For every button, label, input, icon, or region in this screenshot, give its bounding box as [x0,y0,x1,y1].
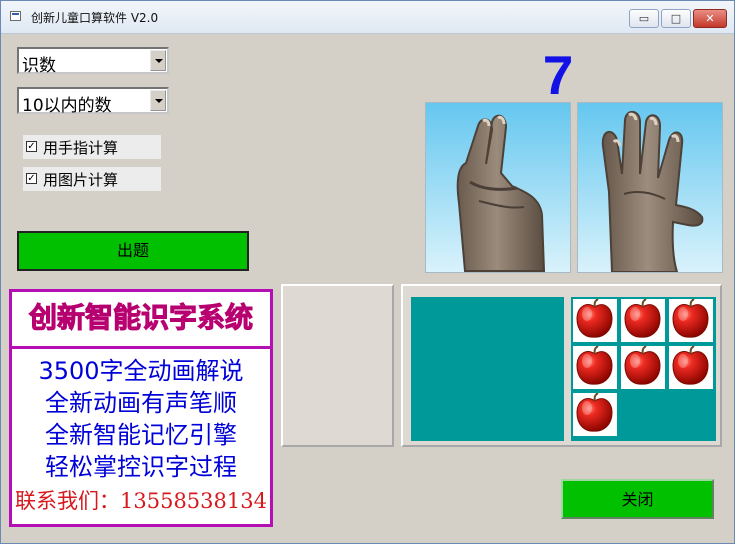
finger-calc-checkbox[interactable]: ✓ 用手指计算 [23,135,161,159]
apple-item [621,299,665,342]
range-select[interactable]: 10以内的数 [17,87,169,116]
range-select-value: 10以内的数 [22,96,112,116]
apple-item [573,299,617,342]
ad-line: 全新动画有声笔顺 [45,389,237,417]
checkmark-icon[interactable]: ✓ [26,173,37,184]
apple-icon [624,346,661,385]
five-finger-hand-icon [601,110,704,272]
apple-item [669,346,713,389]
apple-icon [624,299,661,338]
ad-line: 轻松掌控识字过程 [45,453,237,481]
ad-line: 全新智能记忆引擎 [45,421,237,449]
question-button[interactable]: 出题 [17,231,249,271]
two-finger-hand-icon [456,114,546,272]
ad-title: 创新智能识字系统 [12,292,270,349]
picture-calc-checkbox[interactable]: ✓ 用图片计算 [23,167,161,191]
empty-calculation-panel [281,284,394,447]
answer-display: 7 [542,44,574,106]
apple-item [573,346,617,389]
finger-calc-label: 用手指计算 [43,139,119,157]
checkmark-icon[interactable]: ✓ [26,141,37,152]
advertisement-panel[interactable]: 创新智能识字系统 3500字全动画解说 全新动画有声笔顺 全新智能记忆引擎 轻松… [9,289,273,527]
apple-picture-area [571,297,716,441]
window-close-button[interactable]: ✕ [693,9,727,28]
apple-item [621,346,665,389]
apple-item [573,393,617,436]
mode-select[interactable]: 识数 [17,47,169,76]
left-picture-area [411,297,564,441]
ad-line: 3500字全动画解说 [38,357,244,385]
apple-icon [576,393,613,432]
dropdown-arrow-icon[interactable] [150,90,166,111]
window-title: 创新儿童口算软件 V2.0 [31,11,159,25]
dropdown-arrow-icon[interactable] [150,50,166,71]
mode-select-value: 识数 [22,56,56,76]
picture-calculation-panel [401,284,722,447]
apple-icon [672,299,709,338]
apple-item [669,299,713,342]
app-window-icon [10,11,21,21]
title-bar[interactable]: 创新儿童口算软件 V2.0 ▭ □ ✕ [1,1,734,34]
ad-contact: 联系我们：13558538134 [15,489,267,513]
apple-icon [576,299,613,338]
close-button[interactable]: 关闭 [561,479,714,519]
apple-icon [576,346,613,385]
apple-icon [672,346,709,385]
right-hand-image [577,102,723,273]
app-window: 创新儿童口算软件 V2.0 ▭ □ ✕ 识数 10以内的数 ✓ 用手指计算 ✓ … [0,0,735,544]
left-hand-image [425,102,571,273]
restore-button[interactable]: □ [661,9,691,28]
minimize-button[interactable]: ▭ [629,9,659,28]
picture-calc-label: 用图片计算 [43,171,119,189]
